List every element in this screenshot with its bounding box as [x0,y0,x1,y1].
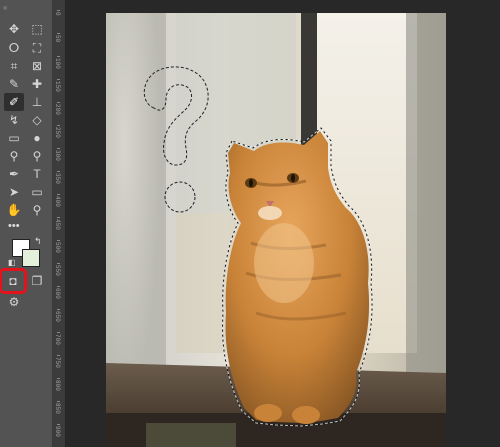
ruler-tick [57,263,60,264]
marquee-tool-icon[interactable]: ⬚ [27,20,47,38]
gradient-tool-icon[interactable]: ▭ [4,129,24,147]
eraser-tool-icon[interactable]: ◇ [27,111,47,129]
type-tool-icon[interactable]: T [27,165,47,183]
vertical-ruler[interactable]: 0 50 100 150 200 250 300 350 400 450 500 550 600 650 7… [53,0,66,447]
ruler-tick [57,148,60,149]
ruler-label: 350 [54,173,61,184]
ruler-tick [57,56,60,57]
screen-mode-icon[interactable]: ❐ [27,272,47,290]
eyedropper-tool-icon[interactable]: ✎ [4,75,24,93]
pen-tool-icon[interactable]: ✒ [4,165,24,183]
ruler-label: 50 [54,35,61,43]
tools-panel: « ✥ ⬚ ⵔ ⛶ ⌗ ⊠ ✎ ✚ ✐ ⊥ ↯ ◇ ▭ ● ⚲ ⚲ ✒ T ➤ … [0,0,53,447]
ruler-label: 700 [54,334,61,345]
zoom-tool-icon[interactable]: ⚲ [27,201,47,219]
ruler-label: 0 [54,12,61,16]
ruler-label: 250 [54,127,61,138]
ruler-tick [57,33,60,34]
ruler-tick [57,102,60,103]
ruler-label: 900 [54,426,61,437]
object-selection-tool-icon[interactable]: ⛶ [27,39,47,57]
ruler-tick [57,125,60,126]
ruler-tick [57,309,60,310]
ruler-label: 200 [54,104,61,115]
shape-tool-icon[interactable]: ▭ [27,183,47,201]
ruler-tick [57,240,60,241]
ruler-tick [57,424,60,425]
ruler-tick [57,194,60,195]
sharpen-tool-icon[interactable]: ⚲ [27,147,47,165]
ruler-label: 500 [54,242,61,253]
edit-toolbar-icon[interactable]: ••• [8,220,20,232]
ruler-label: 300 [54,150,61,161]
ruler-tick [57,10,60,11]
document-image[interactable] [106,13,446,447]
panel-grip[interactable]: « [3,3,49,12]
swap-colors-icon[interactable]: ↰ [34,236,42,247]
ruler-tick [57,79,60,80]
ruler-label: 800 [54,380,61,391]
move-tool-icon[interactable]: ✥ [4,20,24,38]
cat-photo [106,13,446,447]
ruler-label: 750 [54,357,61,368]
ruler-label: 450 [54,219,61,230]
healing-brush-tool-icon[interactable]: ✚ [27,75,47,93]
ruler-tick [57,378,60,379]
ruler-tick [57,286,60,287]
dodge-tool-icon[interactable]: ⚲ [4,147,24,165]
ruler-label: 650 [54,311,61,322]
extra-tool-icon[interactable]: ⚙ [4,293,24,311]
quick-mask-mode-icon[interactable]: ◘ [0,268,27,294]
background-color-swatch[interactable] [22,249,40,267]
ruler-label: 850 [54,403,61,414]
default-colors-icon[interactable]: ◧ [8,258,16,267]
ruler-label: 600 [54,288,61,299]
ruler-label: 400 [54,196,61,207]
ruler-tick [57,332,60,333]
path-selection-tool-icon[interactable]: ➤ [4,183,24,201]
brush-tool-icon[interactable]: ✐ [4,93,24,111]
ruler-label: 550 [54,265,61,276]
canvas-area[interactable] [66,0,500,447]
history-brush-tool-icon[interactable]: ↯ [4,111,24,129]
lasso-tool-icon[interactable]: ⵔ [4,39,24,57]
ruler-tick [57,217,60,218]
ruler-label: 100 [54,58,61,69]
hand-tool-icon[interactable]: ✋ [4,201,24,219]
ruler-tick [57,401,60,402]
ruler-tick [57,355,60,356]
ruler-label: 150 [54,81,61,92]
ruler-tick [57,171,60,172]
clone-stamp-tool-icon[interactable]: ⊥ [27,93,47,111]
crop-tool-icon[interactable]: ⌗ [4,57,24,75]
blur-tool-icon[interactable]: ● [27,129,47,147]
frame-tool-icon[interactable]: ⊠ [27,57,47,75]
